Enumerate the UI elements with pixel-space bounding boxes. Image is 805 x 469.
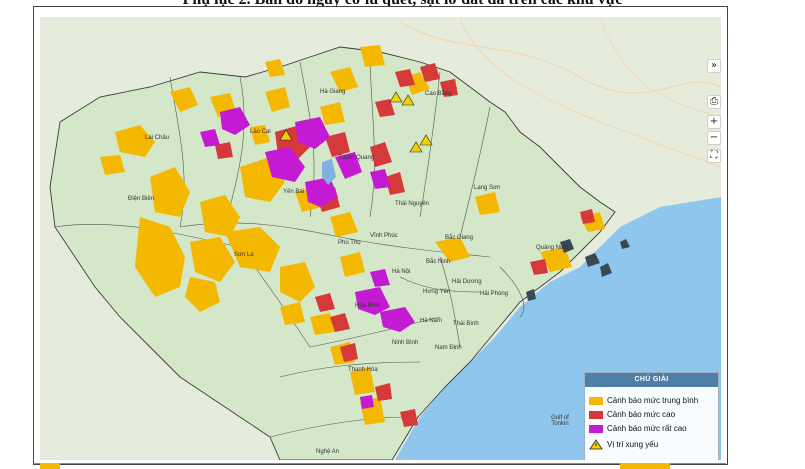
legend-label: Cảnh báo mức cao bbox=[607, 410, 676, 419]
place-label-dien-bien: Điện Biên bbox=[128, 196, 155, 202]
place-label-ha-nam: Hà Nam bbox=[420, 318, 443, 324]
place-label-bac-ninh: Bắc Ninh bbox=[426, 259, 451, 265]
place-label-lao-cai: Lào Cai bbox=[250, 129, 271, 135]
expand-icon[interactable]: » bbox=[707, 59, 721, 73]
legend-label: Cảnh báo mức rất cao bbox=[607, 424, 687, 433]
warning-triangle-icon bbox=[589, 439, 603, 450]
map-bottom-marker-left bbox=[40, 463, 60, 469]
place-label-ninh-binh: Ninh Bình bbox=[392, 340, 419, 346]
legend-swatch-very-high bbox=[589, 424, 603, 433]
place-label-thanh-hoa: Thanh Hóa bbox=[348, 367, 378, 373]
legend-item-high: Cảnh báo mức cao bbox=[589, 409, 675, 420]
legend-swatch-high bbox=[589, 410, 603, 419]
legend-item-very-high: Cảnh báo mức rất cao bbox=[589, 423, 687, 434]
legend-item-vulnerable: Vị trí xung yếu bbox=[589, 439, 658, 450]
place-label-ha-noi: Hà Nội bbox=[392, 269, 411, 275]
place-label-thai-binh: Thái Bình bbox=[453, 321, 479, 327]
place-label-lai-chau: Lai Châu bbox=[145, 135, 170, 141]
print-icon[interactable]: ⎙ bbox=[707, 95, 721, 109]
zoom-out-icon[interactable]: − bbox=[707, 131, 721, 145]
place-label-son-la: Sơn La bbox=[234, 252, 254, 258]
legend-title: CHÚ GIẢI bbox=[585, 373, 718, 387]
place-label-hung-yen: Hưng Yên bbox=[423, 289, 451, 295]
legend-swatch-moderate bbox=[589, 396, 603, 405]
zoom-in-icon[interactable]: + bbox=[707, 115, 721, 129]
place-label-hoa-binh: Hòa Bình bbox=[355, 303, 381, 309]
place-label-thai-nguyen: Thái Nguyên bbox=[395, 201, 430, 207]
place-label-vinh-phuc: Vĩnh Phúc bbox=[370, 233, 398, 239]
place-label-nghe-an: Nghệ An bbox=[316, 449, 340, 455]
legend-label: Cảnh báo mức trung bình bbox=[607, 396, 699, 405]
map-legend: CHÚ GIẢI Cảnh báo mức trung bình Cảnh bá… bbox=[584, 372, 719, 460]
hazard-map[interactable]: Hà Giang Cao Bằng Lai Châu Lào Cai Tuyên… bbox=[40, 17, 721, 460]
map-bottom-marker-right bbox=[620, 463, 670, 469]
place-label-nam-dinh: Nam Định bbox=[435, 345, 462, 351]
place-label-hai-duong: Hải Dương bbox=[452, 279, 482, 285]
fullscreen-icon[interactable]: ⛶ bbox=[707, 149, 721, 163]
place-label-cao-bang: Cao Bằng bbox=[425, 91, 452, 97]
place-label-lang-son: Lạng Sơn bbox=[474, 185, 501, 191]
place-label-gulf-of-tonkin: Gulf of Tonkin bbox=[551, 415, 569, 427]
place-label-hai-phong: Hải Phòng bbox=[480, 291, 509, 297]
place-label-ha-giang: Hà Giang bbox=[320, 89, 346, 95]
place-label-phu-tho: Phú Thọ bbox=[338, 240, 361, 246]
place-label-tuyen-quang: Tuyên Quang bbox=[338, 155, 375, 161]
place-label-bac-giang: Bắc Giang bbox=[445, 235, 474, 241]
place-label-quang-ninh: Quảng Ninh bbox=[536, 245, 569, 251]
legend-label: Vị trí xung yếu bbox=[607, 440, 659, 449]
place-label-yen-bai: Yên Bái bbox=[283, 189, 305, 195]
legend-item-moderate: Cảnh báo mức trung bình bbox=[589, 395, 698, 406]
